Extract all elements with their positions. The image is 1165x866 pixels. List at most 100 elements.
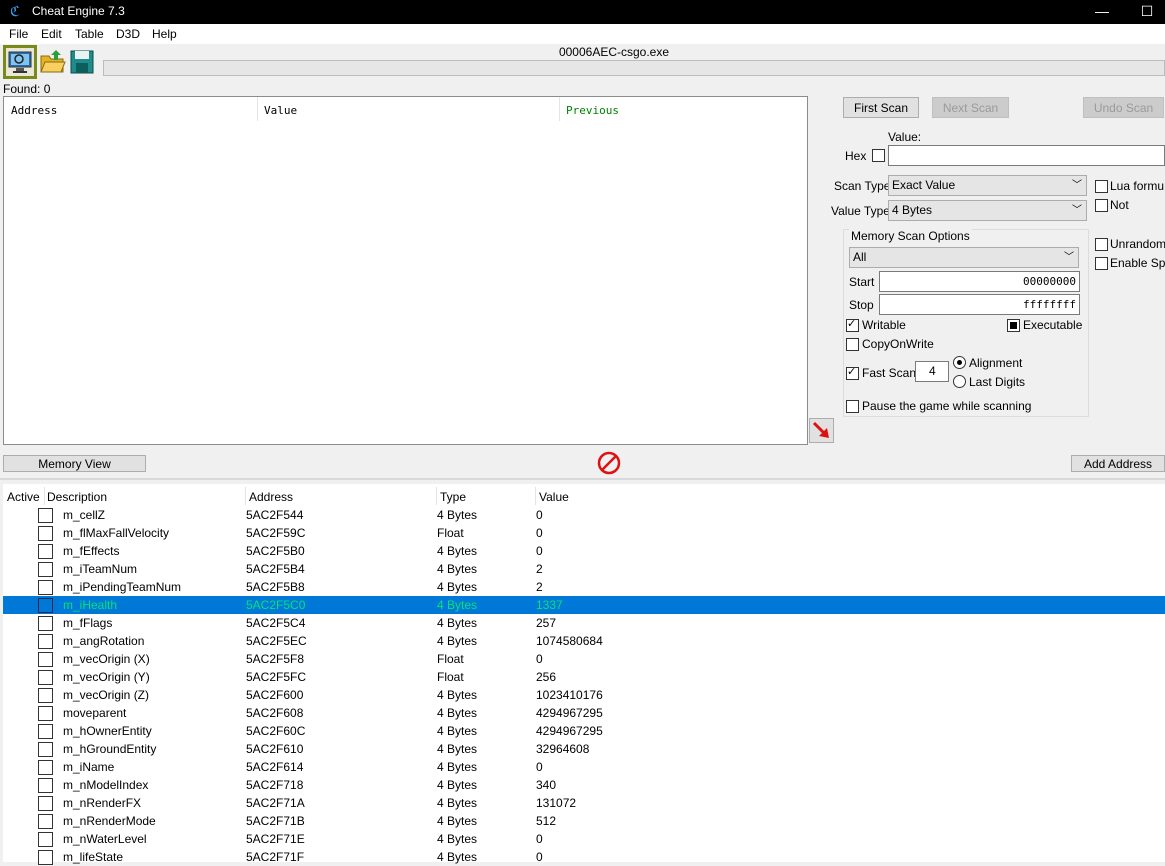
active-checkbox[interactable] bbox=[38, 508, 53, 523]
type-cell: 4 Bytes bbox=[437, 778, 478, 792]
writable-checkbox[interactable] bbox=[846, 317, 859, 332]
results-header-value[interactable]: Value bbox=[264, 104, 297, 117]
active-checkbox[interactable] bbox=[38, 814, 53, 829]
save-file-button[interactable] bbox=[68, 48, 98, 78]
table-row[interactable]: m_hGroundEntity 5AC2F610 4 Bytes 32964608 bbox=[3, 740, 1165, 758]
executable-checkbox[interactable] bbox=[1007, 319, 1020, 332]
first-scan-button[interactable]: First Scan bbox=[843, 97, 919, 118]
menu-d3d[interactable]: D3D bbox=[116, 27, 140, 41]
copy-on-write-checkbox[interactable] bbox=[846, 338, 859, 351]
table-row[interactable]: m_fFlags 5AC2F5C4 4 Bytes 257 bbox=[3, 614, 1165, 632]
table-row[interactable]: m_lifeState 5AC2F71F 4 Bytes 0 bbox=[3, 848, 1165, 866]
hex-checkbox[interactable] bbox=[872, 149, 885, 162]
type-cell: 4 Bytes bbox=[437, 580, 478, 594]
address-cell: 5AC2F5F8 bbox=[246, 652, 305, 666]
header-type[interactable]: Type bbox=[440, 490, 466, 504]
table-row[interactable]: m_flMaxFallVelocity 5AC2F59C Float 0 bbox=[3, 524, 1165, 542]
active-checkbox[interactable] bbox=[38, 796, 53, 811]
results-header-address[interactable]: Address bbox=[11, 104, 57, 117]
stop-address-input[interactable]: ffffffff bbox=[879, 294, 1080, 315]
active-checkbox[interactable] bbox=[38, 832, 53, 847]
active-checkbox[interactable] bbox=[38, 760, 53, 775]
active-checkbox[interactable] bbox=[38, 580, 53, 595]
minimize-button[interactable]: — bbox=[1092, 2, 1112, 20]
table-row[interactable]: m_nModelIndex 5AC2F718 4 Bytes 340 bbox=[3, 776, 1165, 794]
active-checkbox[interactable] bbox=[38, 598, 53, 613]
table-row[interactable]: m_fEffects 5AC2F5B0 4 Bytes 0 bbox=[3, 542, 1165, 560]
value-cell: 257 bbox=[536, 616, 557, 630]
undo-scan-button[interactable]: Undo Scan bbox=[1083, 97, 1164, 118]
table-row[interactable]: moveparent 5AC2F608 4 Bytes 4294967295 bbox=[3, 704, 1165, 722]
active-checkbox[interactable] bbox=[38, 544, 53, 559]
not-checkbox[interactable] bbox=[1095, 199, 1108, 212]
scan-type-select[interactable]: Exact Value ﹀ bbox=[888, 175, 1087, 196]
type-cell: 4 Bytes bbox=[437, 688, 478, 702]
table-row[interactable]: m_hOwnerEntity 5AC2F60C 4 Bytes 4294967295 bbox=[3, 722, 1165, 740]
fast-scan-alignment-input[interactable]: 4 bbox=[915, 361, 949, 382]
active-checkbox[interactable] bbox=[38, 850, 53, 865]
last-digits-radio[interactable] bbox=[953, 375, 966, 388]
alignment-radio[interactable] bbox=[953, 356, 966, 369]
table-row[interactable]: m_nWaterLevel 5AC2F71E 4 Bytes 0 bbox=[3, 830, 1165, 848]
results-header-previous[interactable]: Previous bbox=[566, 104, 619, 117]
table-row[interactable]: m_angRotation 5AC2F5EC 4 Bytes 1074580684 bbox=[3, 632, 1165, 650]
table-row[interactable]: m_cellZ 5AC2F544 4 Bytes 0 bbox=[3, 506, 1165, 524]
active-checkbox[interactable] bbox=[38, 562, 53, 577]
panel-splitter[interactable] bbox=[0, 478, 1165, 480]
pause-game-checkbox[interactable] bbox=[846, 400, 859, 413]
active-checkbox[interactable] bbox=[38, 724, 53, 739]
scan-results-list[interactable]: Address Value Previous bbox=[3, 96, 808, 445]
add-to-list-button[interactable] bbox=[809, 418, 834, 443]
speedhack-checkbox[interactable] bbox=[1095, 257, 1108, 270]
header-value[interactable]: Value bbox=[539, 490, 569, 504]
memory-view-button[interactable]: Memory View bbox=[3, 455, 146, 472]
stop-button[interactable] bbox=[596, 450, 622, 476]
add-address-manually-button[interactable]: Add Address M bbox=[1071, 455, 1165, 472]
menu-file[interactable]: File bbox=[9, 27, 28, 41]
table-row[interactable]: m_iTeamNum 5AC2F5B4 4 Bytes 2 bbox=[3, 560, 1165, 578]
table-row[interactable]: m_nRenderFX 5AC2F71A 4 Bytes 131072 bbox=[3, 794, 1165, 812]
active-checkbox[interactable] bbox=[38, 706, 53, 721]
header-active[interactable]: Active bbox=[7, 490, 40, 504]
open-file-button[interactable] bbox=[39, 48, 69, 78]
maximize-button[interactable]: ☐ bbox=[1137, 2, 1157, 20]
type-cell: 4 Bytes bbox=[437, 598, 478, 612]
active-checkbox[interactable] bbox=[38, 652, 53, 667]
table-row[interactable]: m_iPendingTeamNum 5AC2F5B8 4 Bytes 2 bbox=[3, 578, 1165, 596]
address-list[interactable]: Active Description Address Type Value m_… bbox=[3, 484, 1165, 865]
header-address[interactable]: Address bbox=[249, 490, 293, 504]
table-row[interactable]: m_nRenderMode 5AC2F71B 4 Bytes 512 bbox=[3, 812, 1165, 830]
scan-value-input[interactable] bbox=[888, 145, 1165, 166]
type-cell: Float bbox=[437, 526, 464, 540]
unrandomizer-checkbox[interactable] bbox=[1095, 238, 1108, 251]
active-checkbox[interactable] bbox=[38, 778, 53, 793]
select-process-button[interactable] bbox=[3, 45, 37, 79]
value-cell: 0 bbox=[536, 832, 543, 846]
description-cell: m_iName bbox=[63, 760, 115, 774]
menu-help[interactable]: Help bbox=[152, 27, 177, 41]
active-checkbox[interactable] bbox=[38, 742, 53, 757]
active-checkbox[interactable] bbox=[38, 634, 53, 649]
no-entry-icon bbox=[597, 451, 621, 475]
table-row[interactable]: m_vecOrigin (Y) 5AC2F5FC Float 256 bbox=[3, 668, 1165, 686]
menu-table[interactable]: Table bbox=[75, 27, 104, 41]
header-description[interactable]: Description bbox=[47, 490, 107, 504]
lua-formula-checkbox[interactable] bbox=[1095, 180, 1108, 193]
memory-region-select[interactable]: All ﹀ bbox=[849, 247, 1079, 268]
fast-scan-checkbox[interactable] bbox=[846, 365, 859, 380]
value-type-select[interactable]: 4 Bytes ﹀ bbox=[888, 200, 1087, 221]
menu-edit[interactable]: Edit bbox=[41, 27, 62, 41]
table-row[interactable]: m_vecOrigin (Z) 5AC2F600 4 Bytes 1023410176 bbox=[3, 686, 1165, 704]
active-checkbox[interactable] bbox=[38, 688, 53, 703]
next-scan-button[interactable]: Next Scan bbox=[932, 97, 1009, 118]
address-cell: 5AC2F5B4 bbox=[246, 562, 305, 576]
description-cell: m_cellZ bbox=[63, 508, 106, 522]
active-checkbox[interactable] bbox=[38, 526, 53, 541]
active-checkbox[interactable] bbox=[38, 616, 53, 631]
address-cell: 5AC2F60C bbox=[246, 724, 306, 738]
start-address-input[interactable]: 00000000 bbox=[879, 271, 1080, 292]
active-checkbox[interactable] bbox=[38, 670, 53, 685]
table-row[interactable]: m_vecOrigin (X) 5AC2F5F8 Float 0 bbox=[3, 650, 1165, 668]
table-row[interactable]: m_iHealth 5AC2F5C0 4 Bytes 1337 bbox=[3, 596, 1165, 614]
table-row[interactable]: m_iName 5AC2F614 4 Bytes 0 bbox=[3, 758, 1165, 776]
